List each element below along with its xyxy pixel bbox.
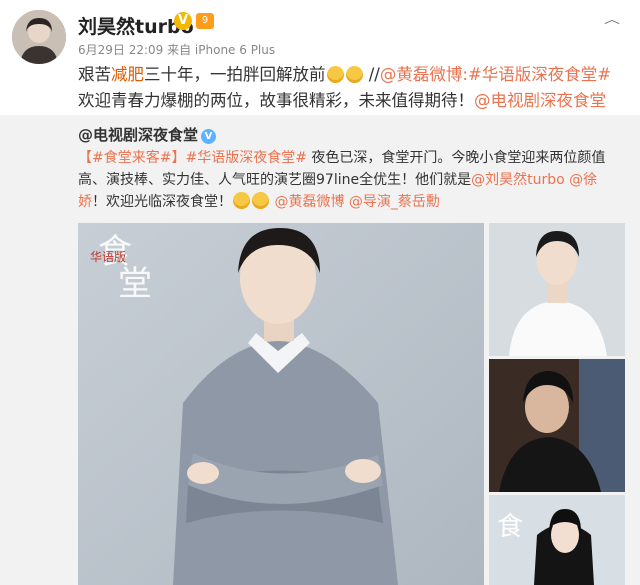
- verified-icon: V: [174, 12, 192, 30]
- svg-text:堂: 堂: [118, 264, 152, 304]
- hashtag-link[interactable]: 【#食堂来客#】: [78, 150, 185, 166]
- text-segment: //: [363, 65, 380, 84]
- repost-text: 【#食堂来客#】#华语版深夜食堂# 夜色已深，食堂开门。今晚小食堂迎来两位颜值高…: [78, 147, 623, 213]
- hashtag-link[interactable]: #华语版深夜食堂#: [468, 65, 611, 84]
- post-meta: 6月29日 22:09 来自 iPhone 6 Plus: [78, 43, 276, 57]
- side-photo-1[interactable]: [489, 223, 625, 356]
- poster-label: 华语版: [90, 250, 126, 264]
- post-text: 艰苦减肥三十年，一拍胖回解放前 //@黄磊微博:#华语版深夜食堂# 欢迎青春力爆…: [78, 62, 623, 114]
- side-photo-3[interactable]: 食: [489, 495, 625, 585]
- chevron-down-icon[interactable]: ︿: [604, 10, 620, 27]
- crying-emoji-icon: [252, 192, 269, 209]
- crying-emoji-icon: [233, 192, 250, 209]
- main-photo[interactable]: 食 堂 华语版: [78, 223, 484, 585]
- text-segment: ！欢迎光临深夜食堂！: [92, 194, 232, 210]
- hashtag-link[interactable]: #华语版深夜食堂#: [185, 150, 306, 166]
- text-segment: 艰苦: [78, 65, 111, 84]
- mention-link[interactable]: @黄磊微博: [274, 194, 344, 210]
- text-segment: 三十年，一拍胖回解放前: [144, 65, 326, 84]
- crying-emoji-icon: [326, 66, 344, 83]
- mention-link[interactable]: @刘昊然turbo: [471, 172, 565, 188]
- repost-author-name[interactable]: @电视剧深夜食堂: [78, 126, 198, 144]
- side-photo-2[interactable]: [489, 359, 625, 492]
- verified-icon: V: [201, 129, 217, 144]
- svg-text:食: 食: [497, 512, 523, 542]
- mention-link[interactable]: @导演_蔡岳勳: [349, 194, 440, 210]
- crying-emoji-icon: [345, 66, 363, 83]
- text-segment: 欢迎青春力爆棚的两位，故事很精彩，未来值得期待！: [78, 91, 474, 110]
- level-badge: 9: [196, 13, 214, 29]
- highlight-text: 减肥: [111, 65, 144, 84]
- author-avatar[interactable]: [12, 10, 66, 64]
- mention-link[interactable]: @黄磊微博: [380, 65, 463, 84]
- mention-link[interactable]: @电视剧深夜食堂: [474, 91, 606, 110]
- repost-author[interactable]: @电视剧深夜食堂 V: [78, 124, 217, 145]
